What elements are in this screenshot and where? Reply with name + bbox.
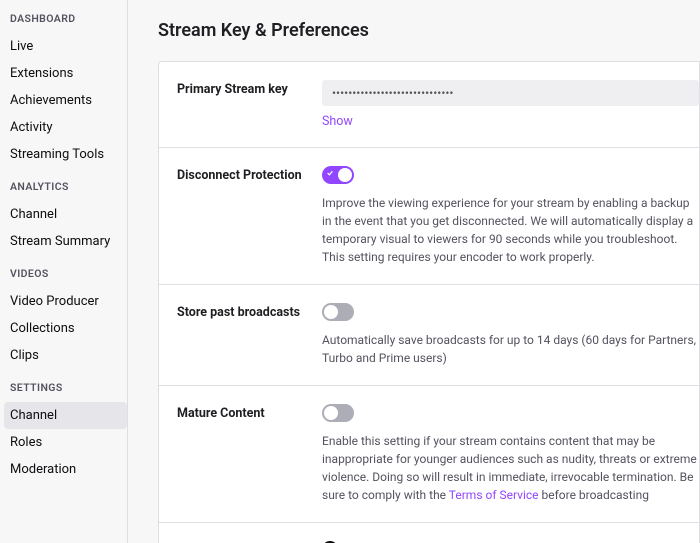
store-toggle[interactable] <box>322 303 354 321</box>
row-store: Store past broadcasts Automatically save… <box>159 285 699 386</box>
stream-key-input[interactable] <box>322 80 699 106</box>
disconnect-label: Disconnect Protection <box>177 166 322 266</box>
tos-link[interactable]: Terms of Service <box>449 488 539 502</box>
sidebar-item-achievements[interactable]: Achievements <box>4 87 127 114</box>
disconnect-help: Improve the viewing experience for your … <box>322 194 699 266</box>
show-key-link[interactable]: Show <box>322 114 353 129</box>
mature-help-post: before broadcasting <box>539 488 649 502</box>
mature-toggle[interactable] <box>322 404 354 422</box>
sidebar-item-clips[interactable]: Clips <box>4 342 127 369</box>
sidebar-item-channel-settings[interactable]: Channel <box>4 402 127 429</box>
mature-label: Mature Content <box>177 404 322 504</box>
main-content: Stream Key & Preferences Primary Stream … <box>128 0 700 543</box>
sidebar-item-moderation[interactable]: Moderation <box>4 456 127 483</box>
store-label: Store past broadcasts <box>177 303 322 367</box>
sidebar-item-roles[interactable]: Roles <box>4 429 127 456</box>
section-dashboard: DASHBOARD <box>10 12 127 25</box>
stream-key-label: Primary Stream key <box>177 80 322 129</box>
sidebar-item-live[interactable]: Live <box>4 33 127 60</box>
sidebar: DASHBOARD Live Extensions Achievements A… <box>0 0 128 543</box>
sidebar-item-video-producer[interactable]: Video Producer <box>4 288 127 315</box>
store-help: Automatically save broadcasts for up to … <box>322 331 699 367</box>
sidebar-item-channel-analytics[interactable]: Channel <box>4 201 127 228</box>
sidebar-item-collections[interactable]: Collections <box>4 315 127 342</box>
row-latency: Latency mode Low latency: Best for near … <box>159 523 699 543</box>
row-mature: Mature Content Enable this setting if yo… <box>159 386 699 523</box>
page-title: Stream Key & Preferences <box>158 20 700 41</box>
sidebar-item-streaming-tools[interactable]: Streaming Tools <box>4 141 127 168</box>
preferences-card: Primary Stream key Show Disconnect Prote… <box>158 61 700 543</box>
sidebar-item-stream-summary[interactable]: Stream Summary <box>4 228 127 255</box>
check-icon <box>327 170 333 176</box>
section-settings: SETTINGS <box>10 381 127 394</box>
disconnect-toggle[interactable] <box>322 166 354 184</box>
sidebar-item-extensions[interactable]: Extensions <box>4 60 127 87</box>
section-videos: VIDEOS <box>10 267 127 280</box>
row-stream-key: Primary Stream key Show <box>159 62 699 148</box>
section-analytics: ANALYTICS <box>10 180 127 193</box>
mature-help: Enable this setting if your stream conta… <box>322 432 699 504</box>
row-disconnect: Disconnect Protection Improve the viewin… <box>159 148 699 285</box>
sidebar-item-activity[interactable]: Activity <box>4 114 127 141</box>
